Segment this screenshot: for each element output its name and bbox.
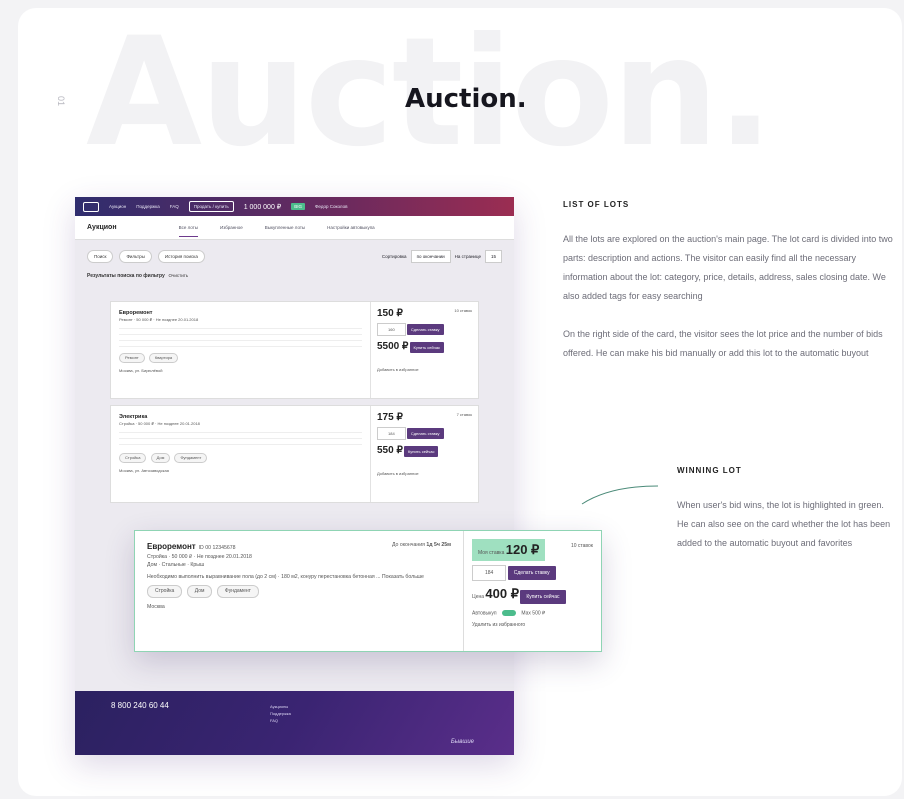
reset-link[interactable]: Очистить [169, 273, 189, 278]
buy-button[interactable]: Купить сейчас [403, 446, 439, 457]
user-menu[interactable]: Федор Соколов [315, 204, 347, 209]
buy-price: 400 ₽ [485, 586, 519, 601]
tab-bought[interactable]: Выкупленные лоты [265, 225, 305, 230]
buy-button[interactable]: Купить сейчас [520, 590, 566, 604]
sort-label: Сортировка [381, 254, 407, 259]
page-title: Auction. [405, 84, 527, 114]
screen-heading: Аукцион [87, 224, 117, 231]
sort-select[interactable]: по окончании [410, 250, 451, 263]
tab-settings[interactable]: Настройки автовыкупа [327, 225, 374, 230]
lot-tag[interactable]: Фундамент [216, 584, 259, 599]
lot-tag[interactable]: Фундамент [174, 453, 208, 464]
bids-count: 10 ставок [454, 308, 472, 313]
filters-button[interactable]: Фильтры [119, 250, 152, 263]
balance: 1 000 000 ₽ [243, 203, 282, 211]
paragraph: On the right side of the card, the visit… [563, 329, 883, 358]
winning-lot-card[interactable]: Евроремонт ID 00 12345678 До окончания 1… [134, 530, 602, 652]
footer-link[interactable]: Поддержка [270, 710, 291, 717]
logo-icon[interactable] [83, 201, 99, 212]
paragraph: All the lots are explored on the auction… [563, 234, 893, 301]
lot-name[interactable]: Электрика [119, 413, 362, 421]
timer: 1д 5ч 25м [426, 542, 451, 548]
topbar: Аукцион Поддержка FAQ Продать / купить 1… [75, 197, 514, 216]
menu-faq[interactable]: FAQ [170, 204, 179, 209]
results-text: Результаты поиска по фильтру [87, 273, 165, 279]
current-label: Моя ставка [478, 550, 505, 556]
list-of-lots-text: All the lots are explored on the auction… [563, 230, 893, 382]
bid-input[interactable]: 184 [472, 565, 507, 581]
lot-description [119, 323, 362, 350]
lot-subtitle: Стройка · 50 000 ₽ · Не позднее 20.01.20… [147, 554, 252, 561]
per-page-select[interactable]: 15 [484, 250, 502, 263]
lot-name[interactable]: Евроремонт [147, 542, 196, 551]
autobuy-max: Мах 500 ₽ [521, 610, 546, 617]
lot-place: Москва, ул. Автозаводская [119, 468, 169, 474]
lot-name[interactable]: Евроремонт [119, 309, 362, 317]
buy-label: Цена [472, 594, 485, 600]
favorite-link[interactable]: Удалить из избранного [472, 622, 593, 628]
lot-description [119, 427, 362, 450]
winning-lot-heading: WINNING LOT [677, 466, 742, 475]
lot-place: Москва, ул. Бирюлёвой [119, 368, 163, 374]
auction-screen-mockup: Аукцион Поддержка FAQ Продать / купить 1… [75, 197, 514, 755]
footer-phone[interactable]: 8 800 240 60 44 [111, 701, 478, 710]
lot-id: ID 00 12345678 [198, 545, 236, 551]
footer-brand: Бывшие [450, 739, 474, 745]
list-of-lots-heading: LIST OF LOTS [563, 200, 630, 209]
bid-input[interactable]: 160 [377, 323, 406, 336]
subnav: Аукцион Все лоты Избранное Выкупленные л… [75, 216, 514, 240]
menu-auctions[interactable]: Аукцион [109, 204, 126, 209]
lot-categories: Дом · Стальные · Крыш [147, 562, 205, 569]
buy-button[interactable]: Купить сейчас [409, 342, 445, 353]
buy-price: 550 ₽ [377, 445, 403, 456]
tab-all-lots[interactable]: Все лоты [178, 225, 198, 237]
connector-line [581, 485, 659, 505]
bid-button[interactable]: Сделать ставку [406, 324, 444, 335]
bids-count: 10 ставок [570, 543, 593, 549]
paragraph: When user's bid wins, the lot is highlig… [677, 500, 891, 548]
current-price: 175 ₽ [377, 412, 403, 423]
bid-button[interactable]: Сделать ставку [406, 428, 444, 439]
lot-card[interactable]: Евроремонт Ремонт · 50 000 ₽ · Не поздне… [110, 301, 479, 399]
toolbar: Поиск Фильтры История поиска Сортировка … [75, 240, 514, 269]
lot-description: Необходимо выполнить выравнивание пола (… [147, 573, 424, 580]
lot-tag[interactable]: Стройка [147, 584, 183, 599]
section-number: 01 [56, 96, 66, 107]
autobuy-toggle[interactable] [502, 610, 516, 616]
search-button[interactable]: Поиск [87, 250, 114, 263]
bid-input[interactable]: 184 [377, 427, 406, 440]
current-price: 120 ₽ [505, 542, 540, 557]
results-line: Результаты поиска по фильтру Очистить [75, 269, 514, 283]
buy-price: 5500 ₽ [377, 341, 409, 352]
favorite-link[interactable]: Добавить в избранное [377, 367, 472, 372]
lot-place: Москва [147, 604, 165, 611]
autobuy-label: Автовыкуп [472, 610, 497, 617]
history-button[interactable]: История поиска [157, 250, 205, 263]
bid-button[interactable]: Сделать ставку [507, 566, 556, 580]
timer-label: До окончания [391, 542, 425, 548]
lot-tag[interactable]: Стройка [119, 453, 147, 464]
lot-tag[interactable]: Квартира [148, 353, 179, 364]
footer-link[interactable]: FAQ [270, 717, 291, 724]
per-page-label: На странице [454, 254, 481, 259]
footer-link[interactable]: Аукционы [270, 703, 291, 710]
winning-lot-text: When user's bid wins, the lot is highlig… [677, 496, 897, 572]
lot-tag[interactable]: Ремонт [119, 353, 145, 364]
current-price: 150 ₽ [377, 308, 403, 319]
lot-tag[interactable]: Дом [186, 584, 213, 599]
bids-count: 7 ставок [456, 412, 472, 417]
footer: 8 800 240 60 44 Аукционы Поддержка FAQ Б… [75, 691, 514, 755]
menu-support[interactable]: Поддержка [136, 204, 159, 209]
lot-card[interactable]: Электрика Стройка · 50 000 ₽ · Не поздне… [110, 405, 479, 503]
status-badge: BIG [291, 203, 306, 210]
lot-tag[interactable]: Дом [150, 453, 171, 464]
post-button[interactable]: Продать / купить [188, 201, 234, 212]
tab-favorites[interactable]: Избранное [220, 225, 243, 230]
favorite-link[interactable]: Добавить в избранное [377, 471, 472, 476]
